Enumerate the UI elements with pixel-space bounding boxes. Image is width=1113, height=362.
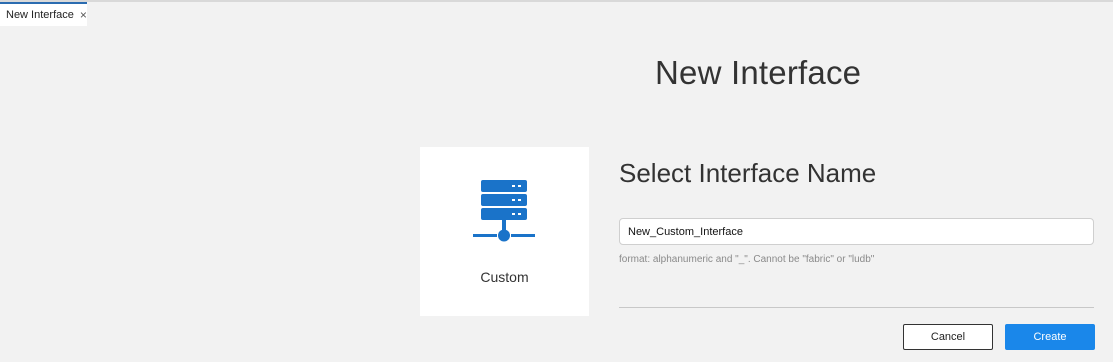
card-label: Custom — [480, 269, 529, 285]
custom-interface-card[interactable]: Custom — [420, 147, 589, 316]
create-button[interactable]: Create — [1005, 324, 1095, 350]
page-title: New Interface — [655, 54, 862, 91]
tab-new-interface[interactable]: New Interface × — [0, 2, 87, 26]
tab-label: New Interface — [6, 9, 74, 21]
interface-name-input[interactable] — [619, 218, 1094, 245]
close-icon[interactable]: × — [80, 9, 87, 21]
server-network-icon — [473, 180, 535, 242]
window-top-border — [0, 0, 1113, 2]
cancel-button[interactable]: Cancel — [903, 324, 993, 350]
name-format-hint: format: alphanumeric and "_". Cannot be … — [619, 254, 875, 265]
section-title: Select Interface Name — [619, 158, 877, 188]
divider — [619, 307, 1094, 308]
